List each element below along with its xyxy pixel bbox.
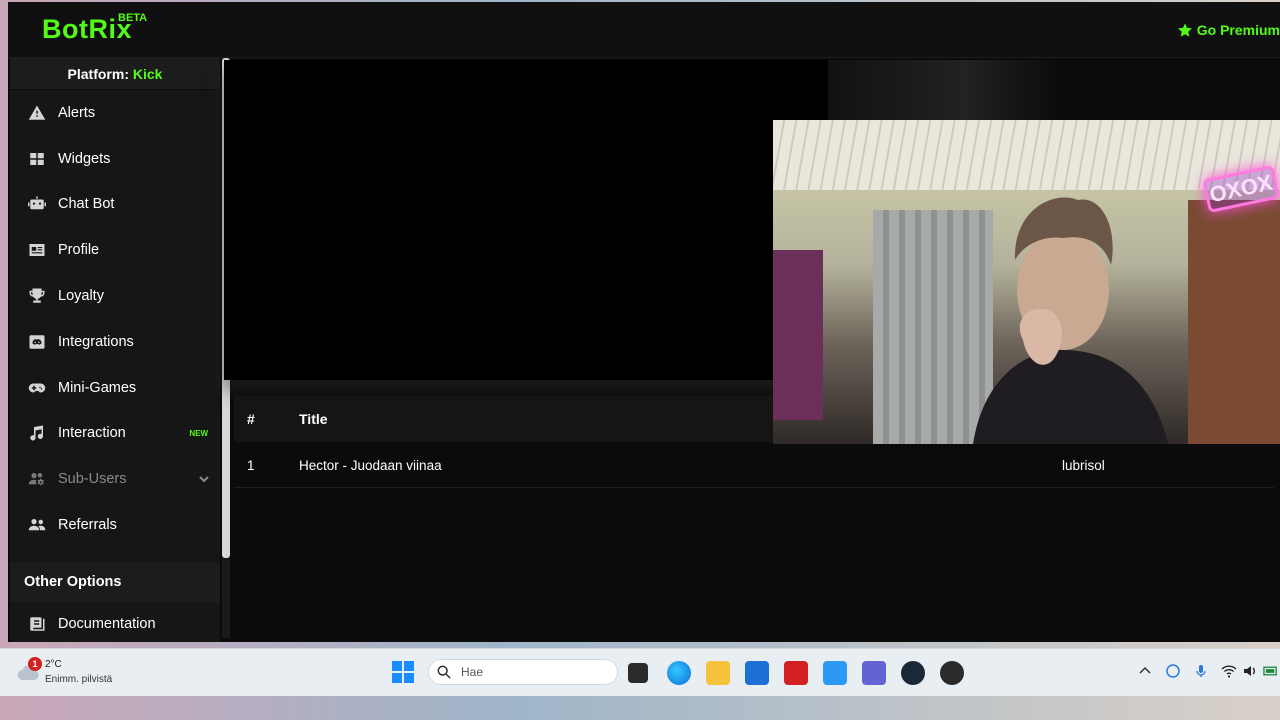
sidebar-item-label: Loyalty [58,288,104,305]
webcam-shelf-right [1188,200,1280,444]
go-premium-button[interactable]: Go Premium [1177,20,1280,40]
obs-icon[interactable] [940,661,964,685]
teams-icon[interactable] [862,661,886,685]
widgets-icon [28,150,46,168]
sidebar-item-label: Referrals [58,517,117,534]
file-explorer-icon[interactable] [706,661,730,685]
sidebar-item-label: Widgets [58,150,111,167]
network-status-icon[interactable] [1165,663,1181,679]
search-input[interactable] [461,665,601,679]
table-row[interactable]: 1 Hector - Juodaan viinaa lubrisol [234,444,1274,488]
windows-taskbar: 1 2°C Enimm. pilvistä [0,648,1280,696]
sidebar-item-interaction[interactable]: Interaction NEW [10,411,220,457]
chevron-up-icon[interactable] [1137,663,1153,679]
users-cog-icon [28,470,46,488]
sidebar-item-mini-games[interactable]: Mini-Games [10,365,220,411]
trophy-icon [28,287,46,305]
sidebar-item-label: Interaction [58,425,126,442]
store-icon[interactable] [745,661,769,685]
task-view-icon[interactable] [628,663,648,683]
taskbar-search[interactable] [428,659,618,685]
music-icon [28,424,46,442]
webcam-shelf-left [773,250,823,420]
sidebar-item-alerts[interactable]: Alerts [10,90,220,136]
platform-label: Platform: [67,66,129,82]
sidebar-item-label: Documentation [58,615,156,632]
other-options-heading: Other Options [10,561,220,602]
edge-browser-icon[interactable] [667,661,691,685]
volume-icon[interactable] [1242,663,1258,679]
search-icon [437,665,451,679]
platform-value: Kick [132,66,163,82]
sidebar-item-chat-bot[interactable]: Chat Bot [10,182,220,228]
steam-icon[interactable] [901,661,925,685]
gamepad-icon [28,379,46,397]
player-shadow [828,60,1058,120]
sidebar-item-referrals[interactable]: Referrals [10,502,220,548]
go-premium-label: Go Premium [1196,22,1280,38]
media-player[interactable] [224,60,828,380]
new-badge: NEW [189,428,208,438]
weather-widget[interactable]: 1 2°C Enimm. pilvistä [16,657,126,689]
column-header-title: Title [299,411,328,427]
id-card-icon [28,241,46,259]
lastpass-icon[interactable] [784,661,808,685]
discord-icon [28,333,46,351]
document-icon [28,615,46,633]
sidebar-item-label: Profile [58,242,100,259]
mail-icon[interactable] [823,661,847,685]
battery-icon[interactable] [1263,663,1280,679]
sidebar-item-label: Chat Bot [58,196,115,213]
temperature: 2°C [45,659,62,670]
windows-start-icon[interactable] [392,661,414,683]
sidebar: Platform: Kick Alerts Widgets Chat Bot P… [10,58,220,642]
sidebar-item-integrations[interactable]: Integrations [10,319,220,365]
platform-selector[interactable]: Platform: Kick [10,58,220,90]
robot-icon [28,195,46,213]
users-icon [28,516,46,534]
sidebar-item-label: Sub-Users [58,471,127,488]
sidebar-item-loyalty[interactable]: Loyalty [10,273,220,319]
microphone-icon[interactable] [1193,663,1209,679]
webcam-overlay: OXOX [773,120,1280,444]
sidebar-item-widgets[interactable]: Widgets [10,136,220,182]
row-requester: lubrisol [1062,458,1105,473]
row-title: Hector - Juodaan viinaa [299,458,442,473]
notification-badge: 1 [28,657,42,671]
row-number: 1 [247,458,255,473]
warning-icon [28,104,46,122]
sidebar-item-label: Alerts [58,104,96,121]
wifi-icon[interactable] [1221,663,1237,679]
sidebar-item-label: Integrations [58,333,134,350]
weather-condition: Enimm. pilvistä [45,674,113,685]
sidebar-item-sub-users[interactable]: Sub-Users [10,456,220,502]
sidebar-item-profile[interactable]: Profile [10,227,220,273]
star-icon [1177,23,1192,37]
beta-badge: BETA [118,12,148,24]
sidebar-item-documentation[interactable]: Documentation [10,602,220,642]
top-bar: BotRix BETA Go Premium [8,2,1280,58]
column-header-number: # [247,411,255,427]
sidebar-item-label: Mini-Games [58,379,137,396]
chevron-down-icon [198,473,210,485]
webcam-person [973,197,1168,444]
